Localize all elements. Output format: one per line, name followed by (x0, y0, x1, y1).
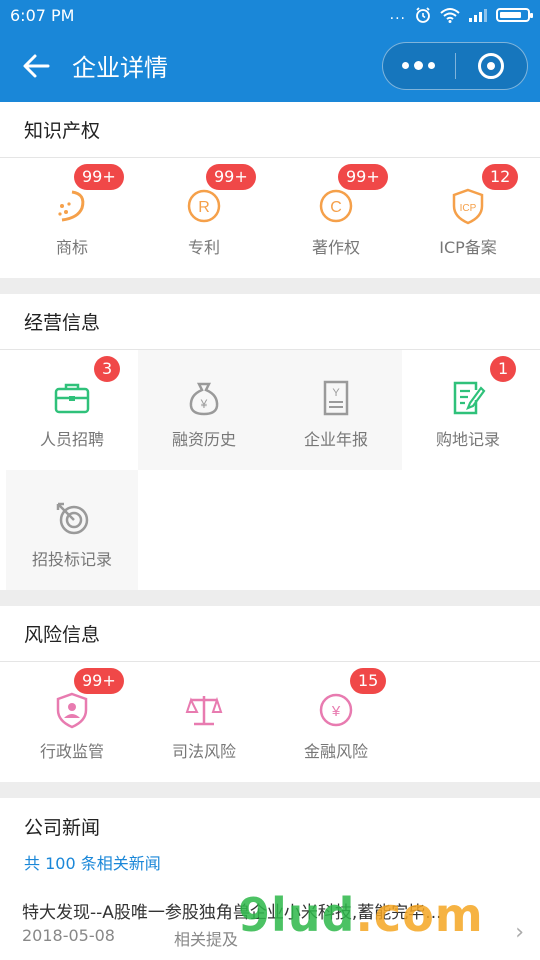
grid-item-label: 人员招聘 (39, 430, 104, 449)
svg-text:¥: ¥ (200, 397, 208, 411)
count-badge: 99+ (338, 164, 388, 190)
icp-shield-icon: ICP (452, 188, 484, 225)
grid-item-judicial-risk[interactable]: 司法风险 (138, 662, 270, 782)
grid-item-label: 行政监管 (39, 742, 104, 761)
dot-icon (428, 62, 436, 69)
mini-program-capsule (382, 42, 528, 90)
news-count-link[interactable]: 共 100 条相关新闻 (24, 850, 161, 874)
grid-item-administrative-supervision[interactable]: 行政监管 99+ (6, 662, 138, 782)
briefcase-icon (54, 383, 90, 414)
count-badge: 99+ (74, 668, 124, 694)
close-mini-program-button[interactable] (456, 53, 528, 79)
count-badge: 12 (482, 164, 519, 190)
nav-bar: 企业详情 (0, 30, 540, 102)
back-arrow-icon[interactable] (22, 52, 50, 80)
grid-item-copyright[interactable]: C 著作权 99+ (270, 158, 402, 278)
grid-item-land-purchase[interactable]: 购地记录 1 (402, 350, 534, 470)
status-time: 6:07 PM (10, 5, 75, 25)
section-title: 经营信息 (0, 294, 540, 350)
chevron-right-icon: › (515, 920, 524, 945)
grid-item-patent[interactable]: R 专利 99+ (138, 158, 270, 278)
grid-item-label: 金融风险 (303, 742, 368, 761)
battery-icon (496, 8, 533, 22)
alarm-icon (416, 7, 430, 23)
news-date: 2018-05-08 (22, 926, 115, 945)
section-risk-info: 风险信息 行政监管 99+ 司法风险 ¥ 金融风险 15 (0, 606, 540, 782)
page-title: 企业详情 (72, 54, 168, 82)
grid-item-label: 司法风险 (171, 742, 236, 761)
grid-item-label: ICP备案 (439, 238, 497, 257)
money-bag-icon: ¥ (189, 382, 219, 416)
grid-item-trademark[interactable]: 商标 99+ (6, 158, 138, 278)
grid-item-icp[interactable]: ICP ICP备案 12 (402, 158, 534, 278)
svg-text:ICP: ICP (460, 203, 477, 214)
signal-icon (469, 9, 487, 22)
count-badge: 99+ (74, 164, 124, 190)
watermark-logo: 9lud.com (238, 888, 484, 942)
section-business-info: 经营信息 人员招聘 3 ¥ 融资历史 Y 企业年报 购地记录 1 招投标记录 (0, 294, 540, 590)
section-intellectual-property: 知识产权 商标 99+ R 专利 99+ C 著作权 99+ ICP ICP备案… (0, 102, 540, 278)
supervision-shield-icon (56, 692, 88, 729)
count-badge: 99+ (206, 164, 256, 190)
count-badge: 15 (350, 668, 387, 694)
section-title: 知识产权 (0, 102, 540, 158)
scales-icon (185, 696, 223, 726)
grid-item-bidding-record[interactable]: 招投标记录 (6, 470, 138, 590)
annual-report-icon: Y (323, 380, 349, 416)
grid-item-financing-history[interactable]: ¥ 融资历史 (138, 350, 270, 470)
grid-item-annual-report[interactable]: Y 企业年报 (270, 350, 402, 470)
svg-text:Y: Y (332, 387, 340, 399)
grid-item-label: 企业年报 (303, 430, 368, 449)
watermark-main: 9lud (238, 888, 356, 942)
grid-item-label: 商标 (55, 238, 88, 257)
svg-text:R: R (198, 199, 210, 216)
watermark-suffix: .com (355, 888, 484, 942)
grid-item-label: 专利 (187, 238, 220, 257)
grid-item-label: 招投标记录 (31, 550, 112, 569)
grid-item-recruitment[interactable]: 人员招聘 3 (6, 350, 138, 470)
target-icon (56, 502, 89, 535)
more-menu-button[interactable] (383, 61, 455, 70)
grid-item-label: 购地记录 (435, 430, 500, 449)
count-badge: 3 (94, 356, 121, 382)
finance-risk-icon: ¥ (319, 693, 353, 727)
land-record-icon (453, 381, 486, 415)
svg-text:¥: ¥ (331, 703, 341, 720)
status-icons: ... (389, 6, 533, 24)
dot-icon (402, 62, 410, 69)
status-bar: 6:07 PM ... (0, 0, 540, 30)
svg-text:C: C (330, 199, 342, 216)
trademark-icon (58, 190, 85, 222)
count-badge: 1 (490, 356, 517, 382)
grid-item-financial-risk[interactable]: ¥ 金融风险 15 (270, 662, 402, 782)
wifi-icon (440, 8, 460, 23)
grid-item-label: 著作权 (311, 238, 360, 257)
grid-item-label: 融资历史 (171, 430, 236, 449)
dot-icon (414, 61, 424, 70)
section-title: 公司新闻 (24, 816, 101, 839)
status-dots: ... (389, 7, 406, 23)
news-tag: 相关提及 (174, 930, 239, 949)
copyright-icon: C (319, 189, 353, 223)
patent-registered-icon: R (187, 189, 221, 223)
target-close-icon (478, 53, 505, 79)
section-title: 风险信息 (0, 606, 540, 662)
